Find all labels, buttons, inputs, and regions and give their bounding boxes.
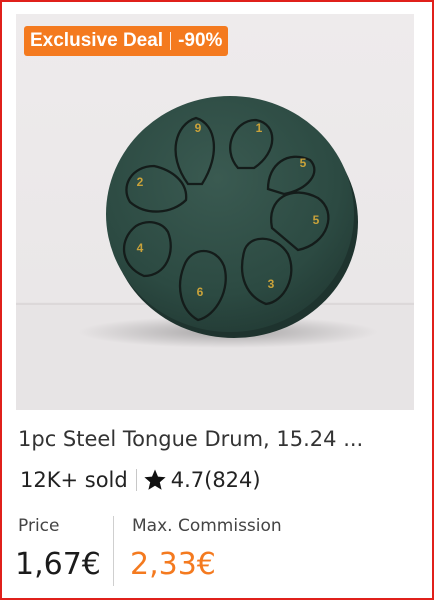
- badge-divider: [170, 32, 172, 50]
- exclusive-deal-badge: Exclusive Deal -90%: [24, 26, 229, 56]
- drum-number: 5: [300, 156, 307, 170]
- drum-number: 2: [137, 175, 144, 189]
- drum-illustration: 9 1 5 5 3 6 4 2: [16, 96, 414, 410]
- badge-label: Exclusive Deal: [30, 30, 164, 51]
- product-meta: 12K+ sold 4.7 (824): [20, 468, 261, 492]
- product-card[interactable]: 9 1 5 5 3 6 4 2 Exclusive Deal -90% 1pc …: [0, 0, 434, 600]
- badge-discount: -90%: [178, 30, 223, 51]
- price-value: 1,67€: [15, 547, 101, 582]
- product-image[interactable]: 9 1 5 5 3 6 4 2 Exclusive Deal -90%: [16, 14, 414, 410]
- drum-number: 9: [195, 121, 202, 135]
- drum-number: 6: [197, 285, 204, 299]
- commission-value: 2,33€: [130, 547, 216, 582]
- product-title[interactable]: 1pc Steel Tongue Drum, 15.24 ...: [18, 427, 422, 451]
- drum-number: 3: [268, 277, 275, 291]
- pricing-divider: [113, 516, 114, 586]
- drum-number: 5: [313, 213, 320, 227]
- price-label: Price: [18, 516, 60, 536]
- star-icon: [144, 469, 166, 490]
- meta-divider: [135, 469, 137, 491]
- sold-count: 12K+ sold: [20, 468, 128, 492]
- drum-number: 4: [137, 241, 144, 255]
- commission-label: Max. Commission: [132, 516, 282, 536]
- rating-value: 4.7: [170, 468, 205, 492]
- review-count: (824): [204, 468, 261, 492]
- drum-number: 1: [256, 121, 263, 135]
